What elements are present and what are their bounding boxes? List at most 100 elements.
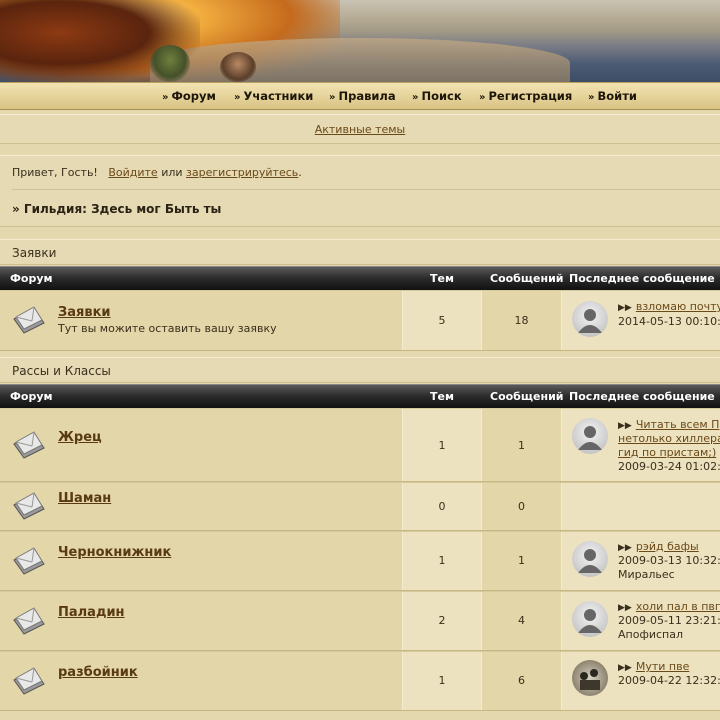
last-post-cell (561, 483, 720, 530)
forum-envelope-icon (13, 667, 45, 695)
topics-count: 1 (438, 439, 446, 452)
last-post-link[interactable]: Читать всем П (636, 418, 720, 431)
last-post-link[interactable]: взломаю почту (636, 300, 720, 313)
posts-count: 18 (514, 314, 529, 327)
col-forum: Форум (10, 272, 53, 285)
forum-envelope-icon (13, 607, 45, 635)
forum-link[interactable]: Чернокнижник (58, 545, 171, 560)
posts-count-cell: 0 (481, 483, 561, 530)
posts-count-cell: 4 (481, 592, 561, 650)
last-post-link-wrap: ▶▶ взломаю почту (618, 300, 720, 313)
col-topics: Тем (430, 390, 454, 403)
nav-login[interactable]: » Войти (588, 89, 637, 103)
posts-count: 4 (518, 614, 525, 627)
go-to-post-icon[interactable]: ▶▶ (618, 663, 632, 673)
nav-label: Регистрация (488, 89, 573, 103)
last-post-date: 2014-05-13 00:10: (618, 315, 720, 328)
nav-members[interactable]: » Участники (234, 89, 313, 103)
posts-count: 6 (518, 674, 525, 687)
nav-label: Поиск (421, 89, 462, 103)
forum-envelope-icon (13, 431, 45, 459)
greeting-suffix: . (298, 166, 302, 179)
greeting-box: Привет, Гость! Войдите или зарегистрируй… (0, 155, 720, 227)
posts-count-cell: 1 (481, 409, 561, 481)
go-to-post-icon[interactable]: ▶▶ (618, 421, 632, 431)
register-link[interactable]: зарегистрируйтесь (186, 166, 298, 179)
active-topics-link[interactable]: Активные темы (315, 123, 406, 136)
last-post-author: Миральес (618, 568, 675, 581)
go-to-post-icon[interactable]: ▶▶ (618, 603, 632, 613)
avatar-default-icon (572, 601, 608, 637)
forum-row: Шаман 0 0 (0, 482, 720, 531)
col-posts: Сообщений (490, 272, 564, 285)
last-post-link[interactable]: Мути пве (636, 660, 690, 673)
nav-rules[interactable]: » Правила (329, 89, 396, 103)
col-forum: Форум (10, 390, 53, 403)
category-header: Заявки (0, 239, 720, 265)
nav-label: Правила (338, 89, 396, 103)
table-header: Форум Тем Сообщений Последнее сообщение (0, 266, 720, 290)
last-post-cell: ▶▶ холи пал в пвп 2009-05-11 23:21: Апофи… (561, 592, 720, 650)
forum-row: Паладин 2 4 ▶▶ холи пал в пвп 2009-05-11 … (0, 591, 720, 651)
col-posts: Сообщений (490, 390, 564, 403)
nav-arrow-icon: » (234, 92, 241, 103)
nav-forum[interactable]: » Форум (162, 89, 216, 103)
last-post-link-line[interactable]: нетолько хиллера (618, 432, 720, 445)
last-post-link-cont: гид по пристам;) (618, 446, 716, 459)
topics-count: 1 (438, 554, 446, 567)
login-link[interactable]: Войдите (108, 166, 157, 179)
banner-human (220, 52, 256, 82)
divider (12, 189, 720, 190)
greeting-text: Привет, Гость! Войдите или зарегистрируй… (12, 166, 302, 179)
topics-count-cell: 1 (402, 532, 481, 590)
forum-link[interactable]: разбойник (58, 665, 138, 680)
guild-title: » Гильдия: Здесь мог Быть ты (12, 202, 222, 216)
topics-count-cell: 1 (402, 409, 481, 481)
nav-label: Войти (597, 89, 637, 103)
active-topics-bar: Активные темы (0, 114, 720, 144)
forum-link[interactable]: Паладин (58, 605, 125, 620)
posts-count: 1 (518, 554, 525, 567)
last-post-link[interactable]: холи пал в пвп (636, 600, 720, 613)
last-post-date: 2009-03-24 01:02: (618, 460, 720, 473)
nav-search[interactable]: » Поиск (412, 89, 462, 103)
col-last: Последнее сообщение (569, 390, 715, 403)
main-nav: » Форум » Участники » Правила » Поиск » Регис… (0, 82, 720, 110)
last-post-link[interactable]: рэйд бафы (636, 540, 699, 553)
last-post-link-line[interactable]: гид по пристам;) (618, 446, 716, 459)
go-to-post-icon[interactable]: ▶▶ (618, 303, 632, 313)
nav-arrow-icon: » (588, 92, 595, 103)
forum-cell: Чернокнижник (0, 532, 402, 590)
forum-link[interactable]: Заявки (58, 305, 111, 320)
banner-orc (150, 45, 190, 82)
nav-arrow-icon: » (479, 92, 486, 103)
last-post-link-wrap: ▶▶ рэйд бафы (618, 540, 699, 553)
last-post-date: 2009-04-22 12:32: (618, 674, 720, 687)
posts-count-cell: 6 (481, 652, 561, 710)
topics-count: 0 (438, 500, 446, 513)
last-post-author: Апофиспал (618, 628, 684, 641)
nav-arrow-icon: » (412, 92, 419, 103)
topics-count-cell: 1 (402, 652, 481, 710)
forum-envelope-icon (13, 547, 45, 575)
header-banner (0, 0, 720, 82)
topics-count: 5 (438, 314, 446, 327)
last-post-cell: ▶▶ Мути пве 2009-04-22 12:32: (561, 652, 720, 710)
col-last: Последнее сообщение (569, 272, 715, 285)
nav-arrow-icon: » (329, 92, 336, 103)
topics-count: 2 (438, 614, 446, 627)
forum-cell: Заявки Тут вы можите оставить вашу заявк… (0, 291, 402, 350)
last-post-link-cont: нетолько хиллера (618, 432, 720, 445)
topics-count-cell: 5 (402, 291, 481, 350)
category-title: Рассы и Классы (12, 364, 111, 378)
banner-mountains (150, 38, 570, 82)
forum-row: разбойник 1 6 ▶▶ Мути пве 2009-04-22 12:3… (0, 651, 720, 711)
forum-cell: Шаман (0, 483, 402, 530)
nav-register[interactable]: » Регистрация (479, 89, 572, 103)
avatar-default-icon (572, 301, 608, 337)
forum-link[interactable]: Шаман (58, 491, 111, 506)
forum-link[interactable]: Жрец (58, 430, 102, 445)
go-to-post-icon[interactable]: ▶▶ (618, 543, 632, 553)
last-post-cell: ▶▶ рэйд бафы 2009-03-13 10:32: Миральес (561, 532, 720, 590)
last-post-cell: ▶▶ Читать всем П нетолько хиллера гид по … (561, 409, 720, 481)
